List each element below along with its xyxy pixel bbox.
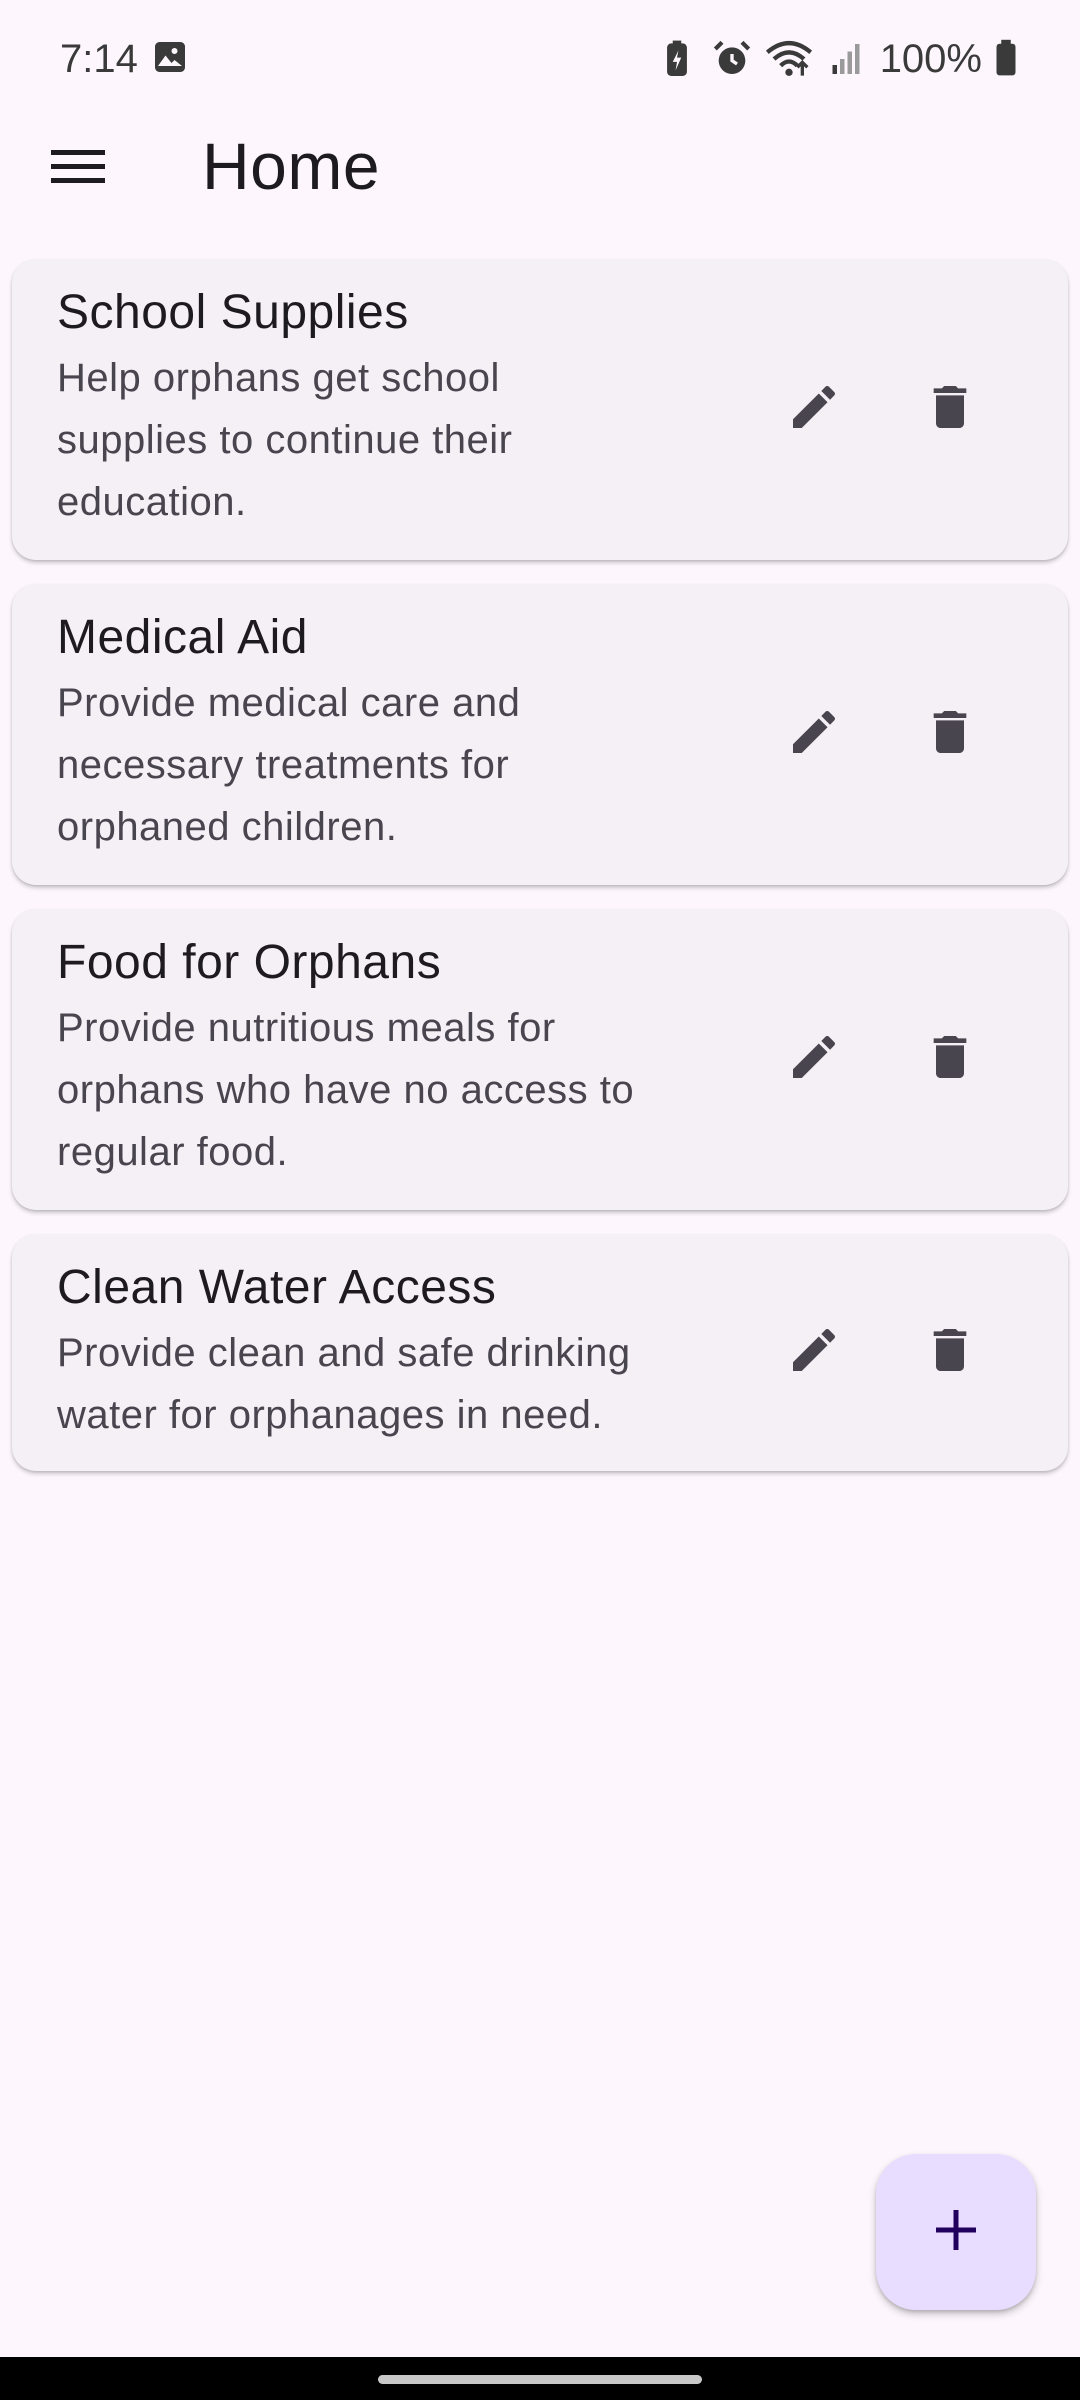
- edit-button[interactable]: [774, 369, 854, 449]
- card-description: Provide clean and safe drinking water fo…: [57, 1322, 717, 1446]
- card-description-line: Help orphans get school: [57, 356, 500, 400]
- battery-icon: [994, 39, 1020, 79]
- pencil-icon: [786, 1322, 842, 1383]
- card-description-line: water for orphanages in need.: [57, 1393, 603, 1437]
- card-medical-aid[interactable]: Medical Aid Provide medical care and nec…: [12, 584, 1068, 885]
- card-school-supplies[interactable]: School Supplies Help orphans get school …: [12, 259, 1068, 560]
- card-description-line: Provide clean and safe drinking: [57, 1331, 631, 1375]
- trash-icon: [922, 1029, 978, 1090]
- app-bar: Home: [0, 118, 1080, 218]
- card-actions: [774, 1019, 990, 1099]
- battery-percentage: 100%: [879, 36, 982, 81]
- card-actions: [774, 1312, 990, 1392]
- card-title: Medical Aid: [57, 611, 308, 664]
- card-title: Food for Orphans: [57, 936, 442, 989]
- card-text: Clean Water Access Provide clean and saf…: [57, 1258, 717, 1446]
- card-description-line: education.: [57, 480, 247, 524]
- card-list: School Supplies Help orphans get school …: [12, 259, 1068, 1495]
- screen: 7:14 100% Home School Supplies Help orph…: [0, 0, 1080, 2400]
- home-indicator[interactable]: [378, 2375, 702, 2384]
- trash-icon: [922, 379, 978, 440]
- image-icon: [152, 39, 192, 79]
- status-left: 7:14: [60, 37, 192, 82]
- trash-icon: [922, 1322, 978, 1383]
- card-description-line: necessary treatments for: [57, 743, 510, 787]
- status-right: 100%: [660, 37, 1020, 82]
- delete-button[interactable]: [910, 1312, 990, 1392]
- add-icon: [932, 2206, 980, 2259]
- card-title: Clean Water Access: [57, 1261, 497, 1314]
- wifi-icon: [764, 39, 816, 79]
- card-description: Provide nutritious meals for orphans who…: [57, 997, 717, 1183]
- card-description-line: Provide nutritious meals for: [57, 1006, 556, 1050]
- delete-button[interactable]: [910, 694, 990, 774]
- card-title: School Supplies: [57, 286, 409, 339]
- card-description-line: Provide medical care and: [57, 681, 521, 725]
- system-nav-bar: [0, 2357, 1080, 2400]
- signal-icon: [828, 39, 868, 79]
- page-title: Home: [202, 129, 381, 203]
- status-time: 7:14: [60, 36, 138, 81]
- card-clean-water-access[interactable]: Clean Water Access Provide clean and saf…: [12, 1234, 1068, 1471]
- card-food-for-orphans[interactable]: Food for Orphans Provide nutritious meal…: [12, 909, 1068, 1210]
- edit-button[interactable]: [774, 1019, 854, 1099]
- card-description-line: regular food.: [57, 1130, 289, 1174]
- pencil-icon: [786, 1029, 842, 1090]
- delete-button[interactable]: [910, 369, 990, 449]
- card-text: Medical Aid Provide medical care and nec…: [57, 608, 717, 858]
- card-actions: [774, 694, 990, 774]
- add-button[interactable]: [876, 2154, 1036, 2310]
- menu-icon: [51, 146, 105, 191]
- card-description-line: supplies to continue their: [57, 418, 513, 462]
- pencil-icon: [786, 704, 842, 765]
- edit-button[interactable]: [774, 1312, 854, 1392]
- trash-icon: [922, 704, 978, 765]
- card-actions: [774, 369, 990, 449]
- pencil-icon: [786, 379, 842, 440]
- delete-button[interactable]: [910, 1019, 990, 1099]
- card-description-line: orphaned children.: [57, 805, 398, 849]
- menu-button[interactable]: [36, 136, 120, 200]
- battery-saver-icon: [660, 39, 700, 79]
- status-bar: 7:14 100%: [0, 0, 1080, 118]
- alarm-icon: [712, 39, 752, 79]
- card-description-line: orphans who have no access to: [57, 1068, 635, 1112]
- card-description: Help orphans get school supplies to cont…: [57, 347, 717, 533]
- card-description: Provide medical care and necessary treat…: [57, 672, 717, 858]
- card-text: School Supplies Help orphans get school …: [57, 283, 717, 533]
- card-text: Food for Orphans Provide nutritious meal…: [57, 933, 717, 1183]
- edit-button[interactable]: [774, 694, 854, 774]
